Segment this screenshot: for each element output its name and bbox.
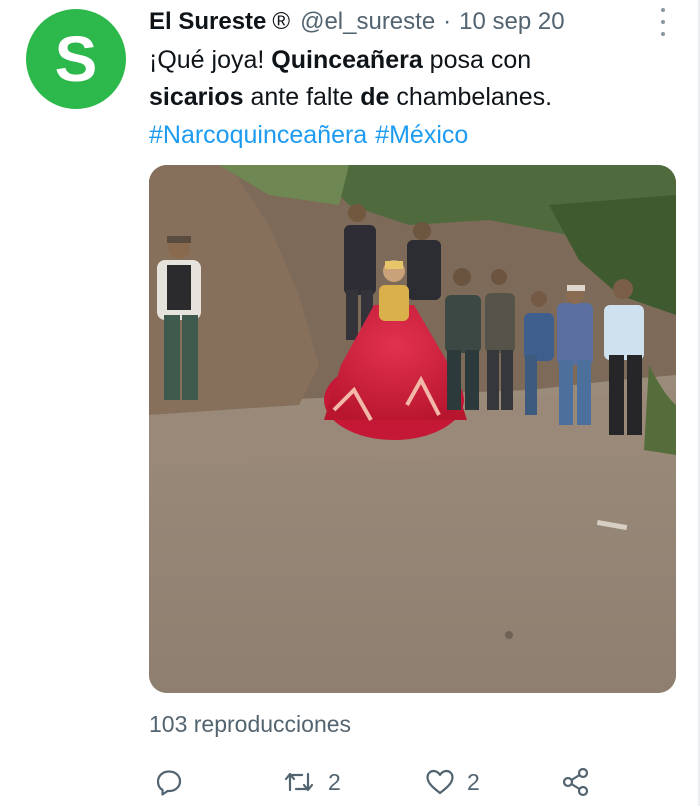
- tweet-text-part: ¡Qué joya!: [149, 46, 272, 74]
- reply-button[interactable]: [155, 762, 183, 802]
- tweet-header: El Sureste ® @el_sureste · 10 sep 20: [149, 4, 670, 40]
- avatar[interactable]: S: [26, 9, 126, 109]
- hashtag-link[interactable]: #México: [375, 121, 468, 149]
- tweet-text: ¡Qué joya! Quinceañera posa con sicarios…: [149, 42, 669, 116]
- like-icon: [426, 769, 454, 795]
- registered-mark: ®: [272, 8, 291, 35]
- retweet-count: 2: [328, 768, 341, 795]
- author-handle[interactable]: @el_sureste: [300, 8, 435, 36]
- tweet-text-bold: sicarios: [149, 83, 244, 111]
- tweet-text-part: ante falte: [243, 83, 361, 111]
- views-count: 103 reproducciones: [149, 711, 352, 737]
- tweet-text-part: posa con: [422, 46, 532, 74]
- tweet-text-part: chambelanes.: [389, 83, 553, 111]
- share-button[interactable]: [561, 762, 591, 802]
- tweet-actions: 2 2: [149, 762, 609, 802]
- retweet-icon: [284, 772, 314, 792]
- tweet-text-bold: Quinceañera: [271, 46, 423, 74]
- reply-icon: [156, 770, 182, 796]
- like-button[interactable]: 2: [425, 762, 480, 802]
- retweet-button[interactable]: 2: [282, 762, 341, 802]
- share-icon: [562, 767, 589, 797]
- video-frame: [149, 165, 676, 693]
- tweet-text-bold: de: [360, 83, 390, 111]
- video-player[interactable]: [149, 165, 676, 693]
- avatar-letter: S: [54, 23, 98, 95]
- tweet-date[interactable]: 10 sep 20: [459, 8, 564, 36]
- more-icon[interactable]: [656, 8, 670, 36]
- hashtag-link[interactable]: #Narcoquinceañera: [149, 121, 367, 149]
- author-name[interactable]: El Sureste: [149, 8, 266, 36]
- hashtags: #Narcoquinceañera #México: [149, 117, 476, 154]
- like-count: 2: [467, 768, 480, 795]
- separator-dot: ·: [443, 8, 452, 35]
